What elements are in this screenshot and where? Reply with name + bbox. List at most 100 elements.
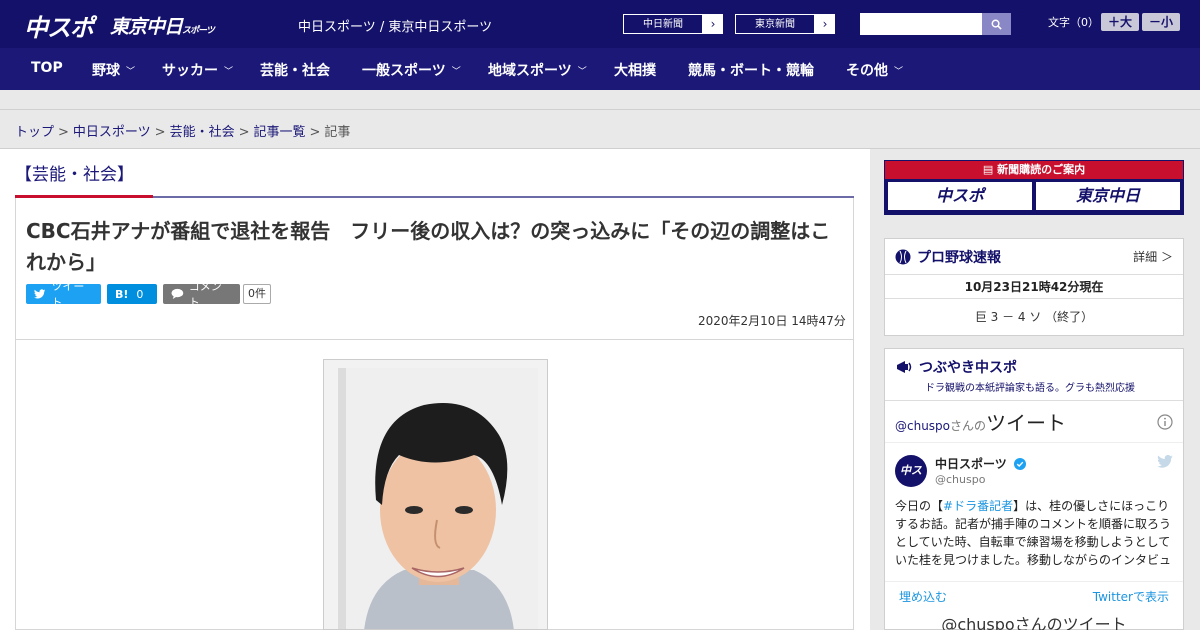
publish-date: 2020年2月10日 14時47分 <box>698 314 846 328</box>
chunichi-shimbun-link[interactable]: 中日新聞 › <box>622 13 724 35</box>
twitter-bird-icon[interactable] <box>1157 455 1173 468</box>
nav-item-local-sports[interactable]: 地域スポーツ ﹀ <box>488 60 587 80</box>
tokyo-logo-small: スポーツ <box>182 26 215 36</box>
verified-badge-icon <box>1013 458 1026 470</box>
nav-item-baseball[interactable]: 野球 ﹀ <box>92 60 135 80</box>
twitter-bird-icon <box>34 289 46 299</box>
avatar[interactable]: 中スポ <box>895 455 927 509</box>
tweet-hashtag[interactable]: #ドラ番記者 <box>943 499 1013 513</box>
timeline-handle[interactable]: @chuspo <box>895 419 950 433</box>
search-button[interactable] <box>982 13 1011 35</box>
comment-count: 0件 <box>243 284 271 304</box>
timeline-heading-text: ツイート <box>986 411 1067 435</box>
embed-link[interactable]: 埋め込む <box>899 588 947 605</box>
subscription-banner-label: 新聞購読のご案内 <box>997 163 1086 176</box>
timeline-handle-suffix: さんの <box>950 419 987 433</box>
tweet-text-start: 今日の【 <box>895 499 944 513</box>
breadcrumb-top[interactable]: トップ <box>15 125 54 140</box>
newspaper-icon: ▤ <box>982 163 998 176</box>
nav-item-other[interactable]: その他 ﹀ <box>846 60 903 80</box>
chevron-down-icon: ﹀ <box>894 66 904 77</box>
breadcrumb-article-list[interactable]: 記事一覧 <box>254 125 306 140</box>
tweets-title-row: つぶやき中スポ <box>895 357 1173 377</box>
tweet-author-name[interactable]: 中日スポーツ <box>935 455 1026 472</box>
subscription-banner-title: ▤ 新聞購読のご案内 <box>885 161 1183 179</box>
nav-label: TOP <box>31 60 63 76</box>
baseball-score-panel: プロ野球速報 詳細 ＞ 10月23日21時42分現在 巨 3 － 4 ソ （終了… <box>884 238 1184 336</box>
site-title: 中日スポーツ / 東京中日スポーツ <box>298 20 493 35</box>
tweets-panel: つぶやき中スポ ドラ観戦の本紙評論家も語る。グラも熱烈応援 @chuspoさんの… <box>884 348 1184 630</box>
speech-bubble-icon <box>171 288 184 300</box>
tweet-button[interactable]: ツイート <box>26 280 101 309</box>
tweets-panel-title: つぶやき中スポ <box>919 360 1017 376</box>
portrait-image <box>338 368 538 629</box>
tokyo-chunichi-logo[interactable]: 東京中日スポーツ <box>110 12 215 39</box>
breadcrumb-chunichi-sports[interactable]: 中日スポーツ <box>73 125 151 140</box>
timeline-footer: 埋め込む Twitterで表示 <box>885 581 1183 611</box>
timeline-heading: @chuspoさんのツイート <box>895 407 1066 436</box>
article-divider <box>16 339 854 340</box>
baseball-panel-title: プロ野球速報 <box>917 249 1001 266</box>
view-on-twitter-link[interactable]: Twitterで表示 <box>1093 588 1169 605</box>
font-size-down-button[interactable]: －小 <box>1142 13 1180 31</box>
nav-item-general-sports[interactable]: 一般スポーツ ﹀ <box>362 60 461 80</box>
nav-item-entertainment[interactable]: 芸能・社会 <box>260 60 330 80</box>
tweets-panel-subtitle: ドラ観戦の本紙評論家も語る。グラも熱烈応援 <box>925 383 1135 394</box>
timeline-footer-heading[interactable]: @chuspoさんのツイート <box>885 611 1183 630</box>
tokyo-chunichi-subscribe-logo[interactable]: 東京中日 <box>1036 182 1180 210</box>
breadcrumb-separator: > <box>154 125 166 140</box>
chuspo-logo[interactable]: 中スポ <box>24 8 94 43</box>
tokyo-shimbun-link[interactable]: 東京新聞 › <box>734 13 836 35</box>
info-icon[interactable] <box>1157 413 1173 430</box>
breadcrumb: トップ > 中日スポーツ > 芸能・社会 > 記事一覧 > 記事 <box>15 121 350 140</box>
baseball-icon <box>895 249 911 264</box>
breadcrumb-entertainment[interactable]: 芸能・社会 <box>170 125 235 140</box>
nav-label: その他 <box>846 63 888 79</box>
nav-item-top[interactable]: TOP <box>31 60 63 76</box>
tweet-label: ツイート <box>51 280 85 309</box>
article-photo[interactable] <box>323 359 548 630</box>
hatena-bookmark-button[interactable]: B! 0 <box>107 284 157 304</box>
nav-item-soccer[interactable]: サッカー ﹀ <box>162 60 233 80</box>
tweets-timeline-header: @chuspoさんのツイート <box>885 401 1183 443</box>
baseball-score[interactable]: 巨 3 － 4 ソ （終了） <box>885 299 1183 335</box>
megaphone-icon <box>897 361 912 373</box>
hatena-count: 0 <box>136 287 144 301</box>
font-size-label: 文字（0） <box>1048 16 1099 29</box>
tweet-author-handle[interactable]: @chuspo <box>935 473 985 486</box>
tweets-panel-header: つぶやき中スポ ドラ観戦の本紙評論家も語る。グラも熱烈応援 <box>885 349 1183 401</box>
comment-button[interactable]: コメント <box>163 280 240 309</box>
tweet-item[interactable]: 中スポ 中日スポーツ @chuspo 今日の【#ドラ番記者】は、桂の優しさにほっ… <box>885 443 1183 573</box>
baseball-timestamp: 10月23日21時42分現在 <box>885 275 1183 299</box>
nav-label: サッカー <box>162 63 218 79</box>
chevron-down-icon: ﹀ <box>451 66 461 77</box>
nav-label: 地域スポーツ <box>488 63 572 79</box>
search-input[interactable] <box>860 13 982 35</box>
search-icon <box>991 19 1002 30</box>
main-nav: TOP 野球 ﹀ サッカー ﹀ 芸能・社会 一般スポーツ ﹀ 地域スポーツ ﹀ 大相撲 … <box>0 48 1200 90</box>
category-heading[interactable]: 【芸能・社会】 <box>15 160 134 185</box>
article-title: CBC石井アナが番組で退社を報告 フリー後の収入は？の突っ込みに「その辺の調整は… <box>26 219 831 274</box>
chevron-down-icon: ﹀ <box>577 66 587 77</box>
header-stripe <box>0 90 1200 110</box>
top-header: 中スポ 東京中日スポーツ 中日スポーツ / 東京中日スポーツ 中日新聞 › 東京… <box>0 0 1200 48</box>
nav-label: 一般スポーツ <box>362 63 446 79</box>
baseball-details-link[interactable]: 詳細 ＞ <box>1133 248 1173 265</box>
nav-label: 野球 <box>92 63 120 79</box>
nav-item-sumo[interactable]: 大相撲 <box>614 60 656 80</box>
hatena-icon: B! <box>115 287 129 301</box>
subscription-logos: 中スポ 東京中日 <box>885 179 1183 213</box>
chevron-right-icon: › <box>815 14 835 34</box>
subscription-banner[interactable]: ▤ 新聞購読のご案内 中スポ 東京中日 <box>884 160 1184 215</box>
nav-label: 大相撲 <box>614 63 656 79</box>
ext-link-label: 東京新聞 <box>735 14 815 34</box>
chuspo-subscribe-logo[interactable]: 中スポ <box>888 182 1032 210</box>
tweet-text: 今日の【#ドラ番記者】は、桂の優しさにほっこりするお話。記者が捕手陣のコメントを… <box>895 497 1175 569</box>
font-size-up-button[interactable]: ＋大 <box>1101 13 1139 31</box>
tweet-author-label: 中日スポーツ <box>935 457 1007 471</box>
nav-item-racing[interactable]: 競馬・ボート・競輪 <box>688 60 814 80</box>
comment-label: コメント <box>188 280 222 309</box>
tokyo-logo-text: 東京中日 <box>110 16 183 38</box>
nav-label: 芸能・社会 <box>260 63 330 79</box>
nav-label: 競馬・ボート・競輪 <box>688 63 814 79</box>
